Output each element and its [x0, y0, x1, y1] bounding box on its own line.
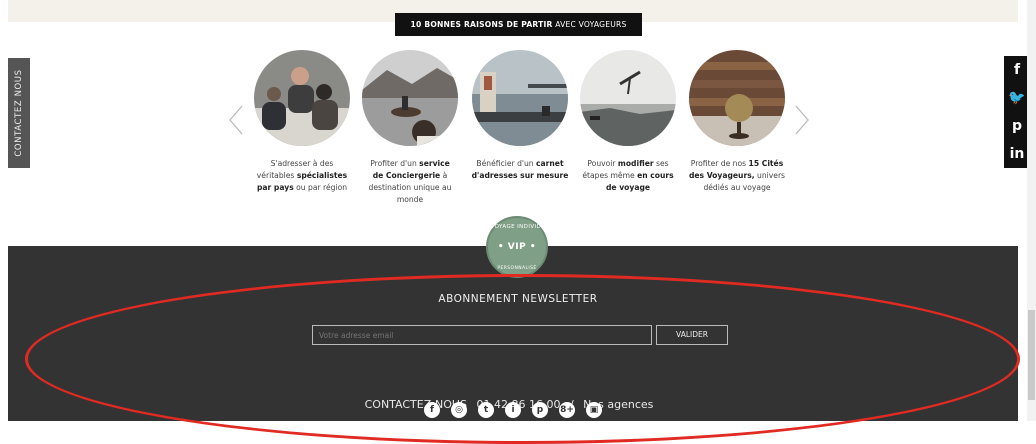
- reason-photo-modify: [580, 50, 676, 146]
- reason-card[interactable]: Pouvoir modifier ses étapes même en cour…: [574, 50, 682, 194]
- contact-us-tab[interactable]: CONTACTEZ NOUS: [8, 58, 30, 168]
- vip-badge: LE VOYAGE INDIVIDUEL • VIP • PERSONNALIS…: [481, 216, 553, 278]
- reason-card[interactable]: Profiter de nos 15 Cités des Voyageurs, …: [683, 50, 791, 194]
- reason-card[interactable]: Profiter d'un service de Conciergerie à …: [356, 50, 464, 206]
- reason-photo-addresses: [472, 50, 568, 146]
- reason-photo-concierge: [362, 50, 458, 146]
- highlight-ellipse: [25, 274, 1020, 444]
- reason-caption: Profiter d'un service de Conciergerie à …: [368, 159, 452, 204]
- reason-caption: Profiter de nos 15 Cités des Voyageurs, …: [688, 159, 786, 192]
- page-scrollbar[interactable]: [1027, 0, 1036, 421]
- vip-top-text: LE VOYAGE INDIVIDUEL: [481, 224, 553, 230]
- carousel-next-arrow[interactable]: [794, 104, 810, 136]
- reasons-banner: 10 BONNES RAISONS DE PARTIR AVEC VOYAGEU…: [395, 13, 642, 36]
- carousel-prev-arrow[interactable]: [228, 104, 244, 136]
- reason-photo-specialists: [254, 50, 350, 146]
- contact-tab-label: CONTACTEZ NOUS: [14, 69, 24, 157]
- reason-card[interactable]: S'adresser à des véritables spécialistes…: [248, 50, 356, 194]
- vip-bottom-text: PERSONNALISÉ: [497, 266, 537, 271]
- reason-caption: Bénéficier d'un carnet d'adresses sur me…: [471, 159, 569, 180]
- reason-photo-cites: [689, 50, 785, 146]
- reason-card[interactable]: Bénéficier d'un carnet d'adresses sur me…: [466, 50, 574, 182]
- vip-label: • VIP •: [497, 242, 537, 252]
- reason-caption: S'adresser à des véritables spécialistes…: [256, 159, 348, 192]
- reason-caption: Pouvoir modifier ses étapes même en cour…: [582, 159, 674, 192]
- scrollbar-thumb[interactable]: [1028, 310, 1035, 400]
